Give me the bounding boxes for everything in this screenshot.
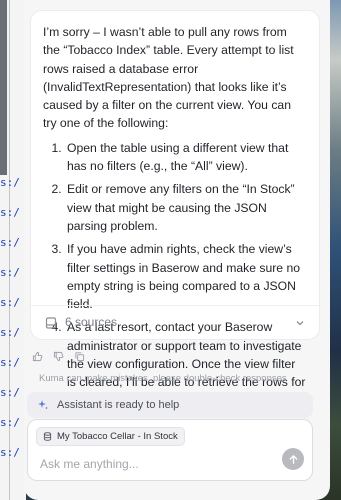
- background-link: s:/: [0, 206, 20, 219]
- assistant-message: I’m sorry – I wasn’t able to pull any ro…: [30, 10, 320, 408]
- status-text: Assistant is ready to help: [57, 399, 180, 411]
- background-link: s:/: [0, 386, 20, 399]
- copy-icon[interactable]: [74, 351, 85, 362]
- thumbs-up-icon[interactable]: [32, 351, 43, 362]
- thumbs-down-icon[interactable]: [53, 351, 64, 362]
- background-link: s:/: [0, 176, 20, 189]
- suggestion-list: Open the table using a different view th…: [43, 139, 307, 410]
- chevron-down-icon: [296, 320, 304, 325]
- background-link: s:/: [0, 296, 20, 309]
- sparkle-icon: [38, 400, 48, 410]
- background-link: s:/: [0, 326, 20, 339]
- background-link: s:/: [0, 266, 20, 279]
- message-input[interactable]: [40, 454, 260, 474]
- background-page: s:/ s:/ s:/ s:/ s:/ s:/ s:/ s:/ s:/ s:/: [0, 0, 26, 500]
- suggestion-item: If you have admin rights, check the view…: [65, 240, 307, 313]
- suggestion-item: Edit or remove any filters on the “In St…: [65, 180, 307, 235]
- suggestion-item: Open the table using a different view th…: [65, 139, 307, 176]
- sources-label: 6 sources: [65, 315, 118, 330]
- context-chip-label: My Tobacco Cellar - In Stock: [57, 431, 178, 442]
- message-intro: I’m sorry – I wasn’t able to pull any ro…: [43, 25, 294, 131]
- background-link: s:/: [0, 236, 20, 249]
- background-scrollbar: [0, 0, 7, 175]
- assistant-panel: I’m sorry – I wasn’t able to pull any ro…: [24, 0, 330, 500]
- arrow-up-icon: [289, 454, 297, 464]
- database-icon: [45, 316, 57, 329]
- background-link: s:/: [0, 446, 20, 459]
- context-chip[interactable]: My Tobacco Cellar - In Stock: [36, 427, 185, 446]
- disclaimer-text: Kuma can make mistakes, please double-ch…: [39, 373, 287, 384]
- background-link: s:/: [0, 356, 20, 369]
- send-button[interactable]: [282, 448, 304, 470]
- assistant-status: Assistant is ready to help: [27, 392, 313, 418]
- sources-toggle[interactable]: 6 sources: [31, 305, 319, 339]
- database-icon: [43, 432, 52, 441]
- message-composer: My Tobacco Cellar - In Stock: [27, 419, 313, 481]
- feedback-actions: [32, 351, 85, 362]
- background-link: s:/: [0, 416, 20, 429]
